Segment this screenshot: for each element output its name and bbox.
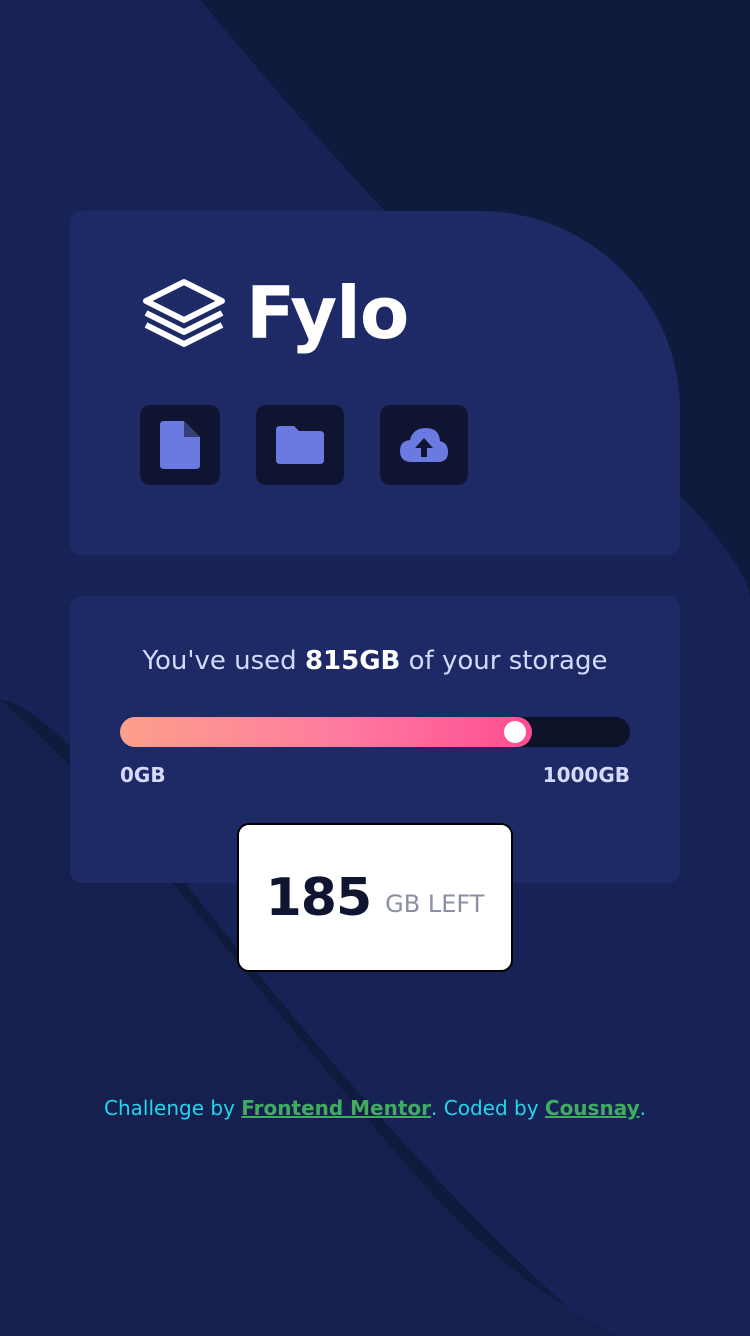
cloud-upload-icon <box>400 428 448 462</box>
attribution-coded-prefix: . Coded by <box>431 1096 545 1120</box>
storage-progress-fill <box>120 717 532 747</box>
storage-progress-knob <box>504 721 526 743</box>
storage-remaining-box: 185 GB LEFT <box>237 823 513 972</box>
frontend-mentor-link[interactable]: Frontend Mentor <box>241 1096 431 1120</box>
remaining-unit: GB LEFT <box>385 889 485 918</box>
usage-suffix: of your storage <box>400 646 608 676</box>
usage-amount: 815GB <box>304 646 401 676</box>
logo-card: Fylo <box>70 211 680 555</box>
file-action-buttons <box>140 405 468 485</box>
folder-button[interactable] <box>256 405 344 485</box>
remaining-amount: 185 <box>265 867 373 928</box>
folder-icon <box>276 426 324 464</box>
progress-min-label: 0GB <box>120 763 166 787</box>
fylo-layers-icon <box>143 279 225 347</box>
fylo-logo: Fylo <box>140 271 409 355</box>
logo-wordmark: Fylo <box>246 271 409 355</box>
author-link[interactable]: Cousnay <box>545 1096 640 1120</box>
document-button[interactable] <box>140 405 220 485</box>
usage-prefix: You've used <box>142 646 305 676</box>
attribution-challenge-prefix: Challenge by <box>104 1096 242 1120</box>
upload-button[interactable] <box>380 405 468 485</box>
storage-progress-bar <box>120 717 630 747</box>
storage-usage-text: You've used 815GB of your storage <box>70 646 680 676</box>
progress-max-label: 1000GB <box>542 763 630 787</box>
document-icon <box>160 421 200 469</box>
attribution-suffix: . <box>639 1096 646 1120</box>
attribution: Challenge by Frontend Mentor. Coded by C… <box>0 1096 750 1120</box>
